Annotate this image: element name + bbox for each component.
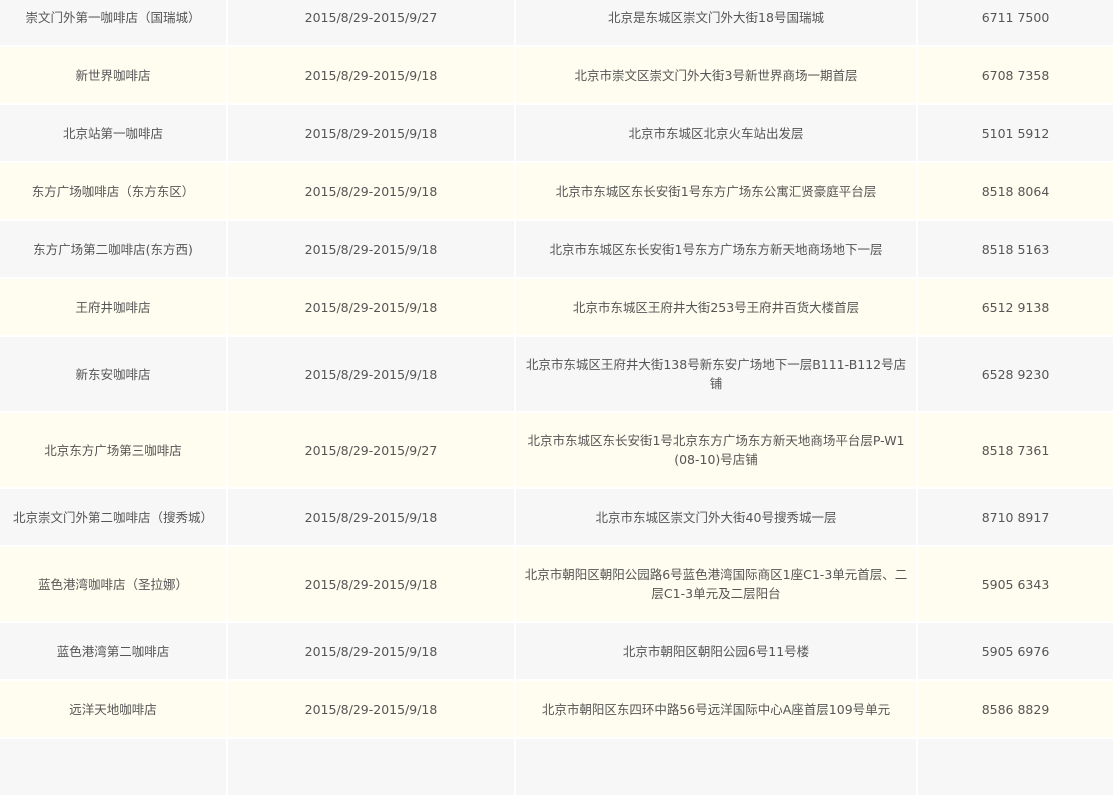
store-address: 北京市东城区东长安街1号东方广场东公寓汇贤豪庭平台层	[516, 163, 916, 219]
store-phone: 5101 5912	[918, 105, 1113, 161]
store-name: 蓝色港湾咖啡店（圣拉娜）	[0, 547, 226, 621]
store-name: 新东安咖啡店	[0, 337, 226, 411]
promo-dates: 2015/8/29-2015/9/18	[228, 279, 514, 335]
table-row: 崇文门外第一咖啡店（国瑞城） 2015/8/29-2015/9/27 北京是东城…	[0, 0, 1113, 45]
table-cell	[918, 739, 1113, 795]
store-address: 北京市东城区东长安街1号北京东方广场东方新天地商场平台层P-W1(08-10)号…	[516, 413, 916, 487]
store-phone: 8710 8917	[918, 489, 1113, 545]
table-row: 东方广场咖啡店（东方东区） 2015/8/29-2015/9/18 北京市东城区…	[0, 163, 1113, 219]
store-phone: 8518 7361	[918, 413, 1113, 487]
promo-dates: 2015/8/29-2015/9/18	[228, 47, 514, 103]
table-row: 新世界咖啡店 2015/8/29-2015/9/18 北京市崇文区崇文门外大街3…	[0, 47, 1113, 103]
store-address: 北京市崇文区崇文门外大街3号新世界商场一期首层	[516, 47, 916, 103]
promo-dates: 2015/8/29-2015/9/18	[228, 163, 514, 219]
store-phone: 6512 9138	[918, 279, 1113, 335]
store-name: 王府井咖啡店	[0, 279, 226, 335]
store-address: 北京市东城区北京火车站出发层	[516, 105, 916, 161]
table-row: 新东安咖啡店 2015/8/29-2015/9/18 北京市东城区王府井大街13…	[0, 337, 1113, 411]
table-row: 蓝色港湾第二咖啡店 2015/8/29-2015/9/18 北京市朝阳区朝阳公园…	[0, 623, 1113, 679]
promo-dates: 2015/8/29-2015/9/18	[228, 623, 514, 679]
store-table: 崇文门外第一咖啡店（国瑞城） 2015/8/29-2015/9/27 北京是东城…	[0, 0, 1113, 797]
table-cell	[228, 739, 514, 795]
store-phone: 5905 6976	[918, 623, 1113, 679]
store-phone: 6708 7358	[918, 47, 1113, 103]
store-name: 远洋天地咖啡店	[0, 681, 226, 737]
store-address: 北京市东城区王府井大街138号新东安广场地下一层B111-B112号店铺	[516, 337, 916, 411]
promo-dates: 2015/8/29-2015/9/27	[228, 0, 514, 45]
table-row: 远洋天地咖啡店 2015/8/29-2015/9/18 北京市朝阳区东四环中路5…	[0, 681, 1113, 737]
store-phone: 6528 9230	[918, 337, 1113, 411]
table-row: 北京崇文门外第二咖啡店（搜秀城） 2015/8/29-2015/9/18 北京市…	[0, 489, 1113, 545]
store-name: 北京崇文门外第二咖啡店（搜秀城）	[0, 489, 226, 545]
table-row	[0, 739, 1113, 795]
store-phone: 6711 7500	[918, 0, 1113, 45]
table-cell	[0, 739, 226, 795]
table-row: 王府井咖啡店 2015/8/29-2015/9/18 北京市东城区王府井大街25…	[0, 279, 1113, 335]
store-name: 东方广场第二咖啡店(东方西)	[0, 221, 226, 277]
promo-dates: 2015/8/29-2015/9/18	[228, 105, 514, 161]
promo-dates: 2015/8/29-2015/9/27	[228, 413, 514, 487]
table-row: 东方广场第二咖啡店(东方西) 2015/8/29-2015/9/18 北京市东城…	[0, 221, 1113, 277]
store-address: 北京市朝阳区朝阳公园路6号蓝色港湾国际商区1座C1-3单元首层、二层C1-3单元…	[516, 547, 916, 621]
store-name: 新世界咖啡店	[0, 47, 226, 103]
store-address: 北京市东城区王府井大街253号王府井百货大楼首层	[516, 279, 916, 335]
table-row: 北京站第一咖啡店 2015/8/29-2015/9/18 北京市东城区北京火车站…	[0, 105, 1113, 161]
table-row: 北京东方广场第三咖啡店 2015/8/29-2015/9/27 北京市东城区东长…	[0, 413, 1113, 487]
store-phone: 8518 8064	[918, 163, 1113, 219]
store-address: 北京市朝阳区朝阳公园6号11号楼	[516, 623, 916, 679]
store-phone: 5905 6343	[918, 547, 1113, 621]
table-cell	[516, 739, 916, 795]
store-name: 蓝色港湾第二咖啡店	[0, 623, 226, 679]
store-phone: 8518 5163	[918, 221, 1113, 277]
store-name: 北京站第一咖啡店	[0, 105, 226, 161]
store-address: 北京市朝阳区东四环中路56号远洋国际中心A座首层109号单元	[516, 681, 916, 737]
promo-dates: 2015/8/29-2015/9/18	[228, 547, 514, 621]
promo-dates: 2015/8/29-2015/9/18	[228, 221, 514, 277]
table-row: 蓝色港湾咖啡店（圣拉娜） 2015/8/29-2015/9/18 北京市朝阳区朝…	[0, 547, 1113, 621]
store-address: 北京市东城区东长安街1号东方广场东方新天地商场地下一层	[516, 221, 916, 277]
promo-dates: 2015/8/29-2015/9/18	[228, 681, 514, 737]
promo-dates: 2015/8/29-2015/9/18	[228, 489, 514, 545]
store-address: 北京市东城区崇文门外大街40号搜秀城一层	[516, 489, 916, 545]
promo-dates: 2015/8/29-2015/9/18	[228, 337, 514, 411]
store-name: 东方广场咖啡店（东方东区）	[0, 163, 226, 219]
store-name: 北京东方广场第三咖啡店	[0, 413, 226, 487]
store-name: 崇文门外第一咖啡店（国瑞城）	[0, 0, 226, 45]
store-address: 北京是东城区崇文门外大街18号国瑞城	[516, 0, 916, 45]
store-phone: 8586 8829	[918, 681, 1113, 737]
